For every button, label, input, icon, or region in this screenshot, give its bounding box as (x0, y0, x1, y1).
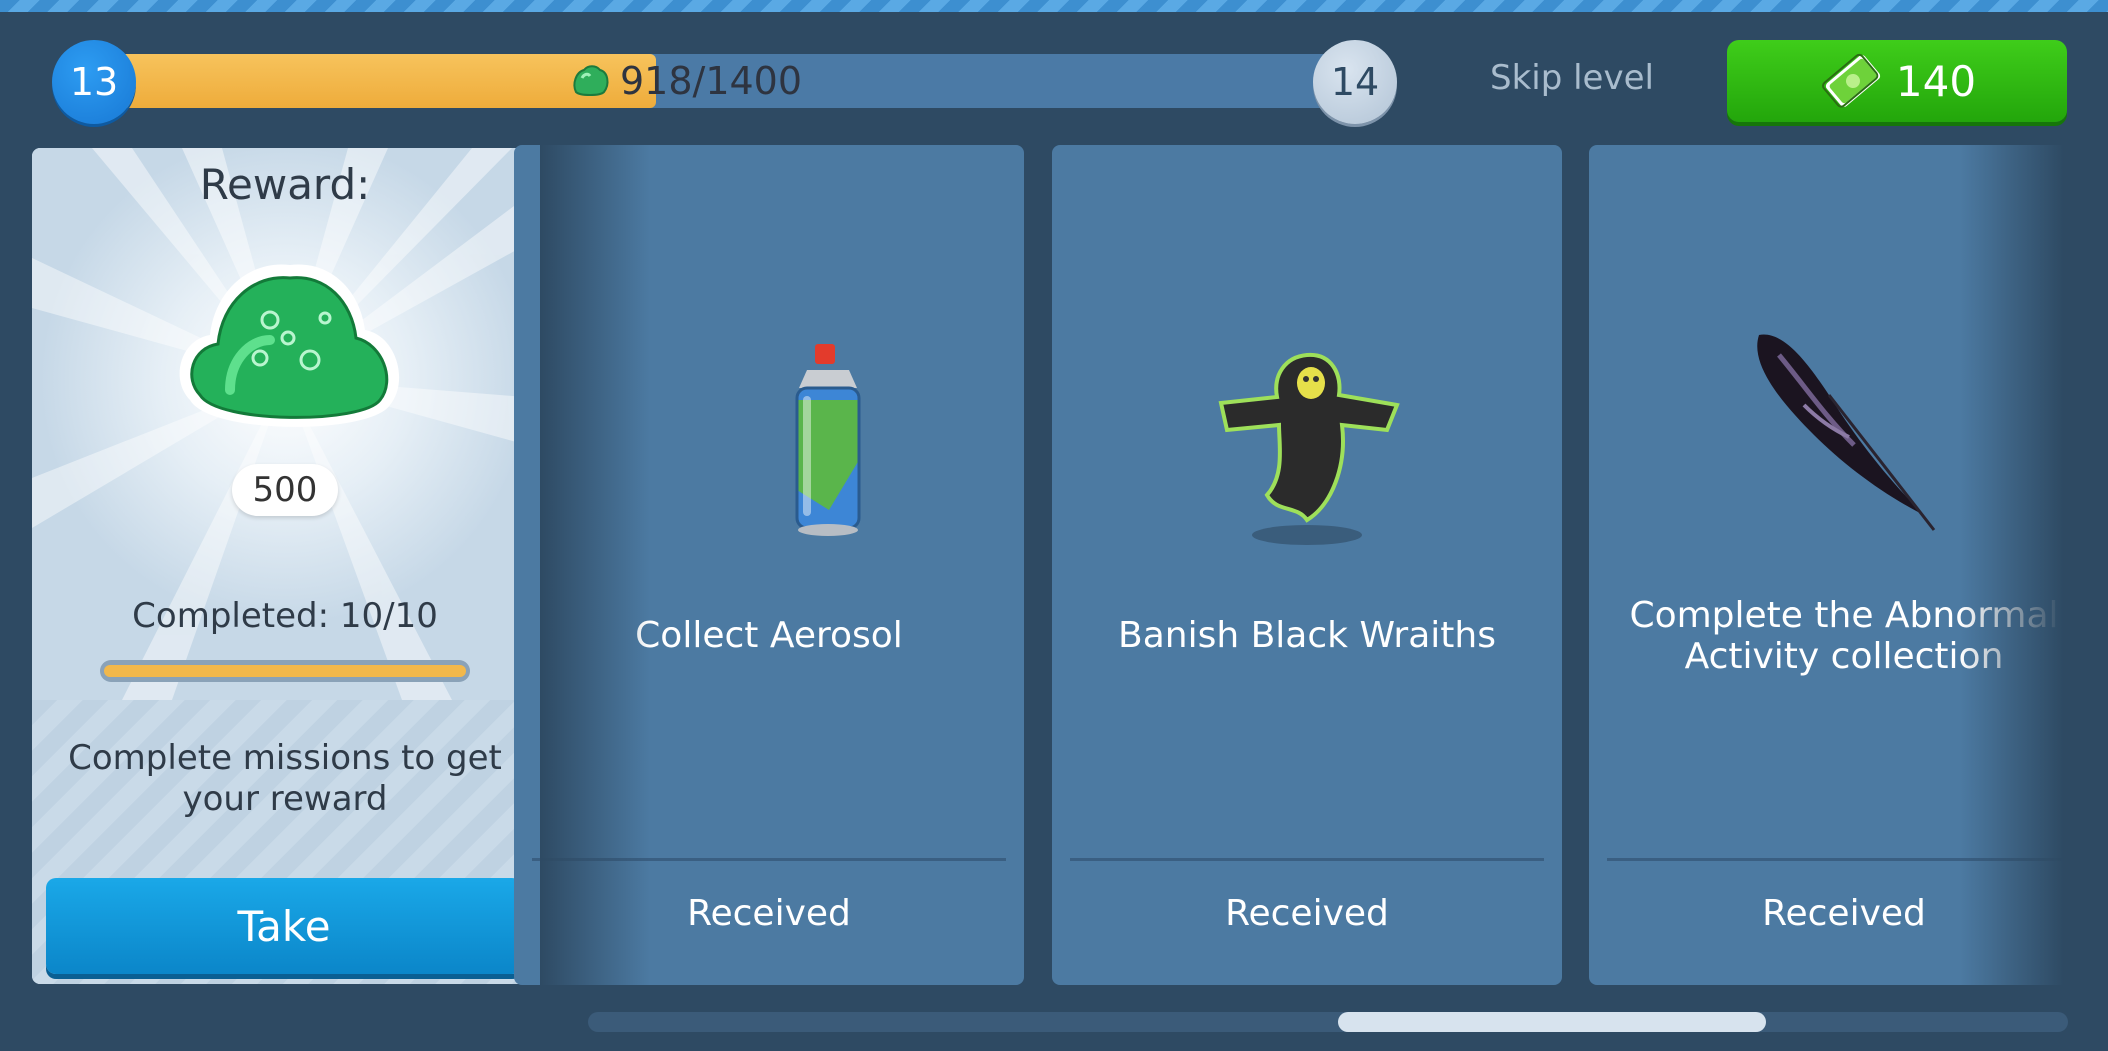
reward-title: Reward: (199, 160, 371, 209)
mission-status: Received (1225, 893, 1389, 934)
horizontal-scrollbar-track[interactable] (588, 1012, 2068, 1032)
green-gem-icon (573, 65, 609, 96)
mission-title: Banish Black Wraiths (1118, 615, 1496, 656)
skip-level-label: Skip level (1490, 58, 1654, 98)
cash-icon (1821, 53, 1881, 108)
missions-progress-fill (104, 665, 466, 677)
slime-gem-icon (179, 264, 400, 427)
scroll-fade-right (1960, 145, 2108, 985)
reward-amount: 500 (232, 464, 338, 516)
black-feather-icon (1757, 334, 1936, 531)
current-level-badge: 13 (52, 40, 136, 124)
card-divider (1070, 858, 1544, 861)
missions-completed-text: Completed: 10/10 (132, 596, 438, 636)
take-reward-button[interactable]: Take (46, 878, 522, 974)
aerosol-can-icon (795, 344, 861, 536)
skip-level-price: 140 (1895, 56, 1977, 106)
level-progress-value: 918/1400 (620, 59, 803, 103)
mission-card-banish-black-wraiths[interactable]: Banish Black Wraiths Received (1052, 145, 1562, 985)
black-wraith-icon (1218, 352, 1400, 545)
skip-level-button[interactable]: 140 (1727, 40, 2067, 122)
reward-hint: Complete missions to get your reward (68, 738, 502, 819)
top-stripe (0, 0, 2108, 12)
missions-progress-track (100, 660, 470, 682)
next-level-badge: 14 (1313, 40, 1397, 124)
level-progress-text: 918/1400 (570, 54, 802, 108)
scroll-fade-left (540, 145, 650, 985)
reward-panel: Reward: 500 Completed: 10/10 Complete mi… (32, 148, 538, 984)
horizontal-scrollbar-thumb[interactable] (1338, 1012, 1766, 1032)
